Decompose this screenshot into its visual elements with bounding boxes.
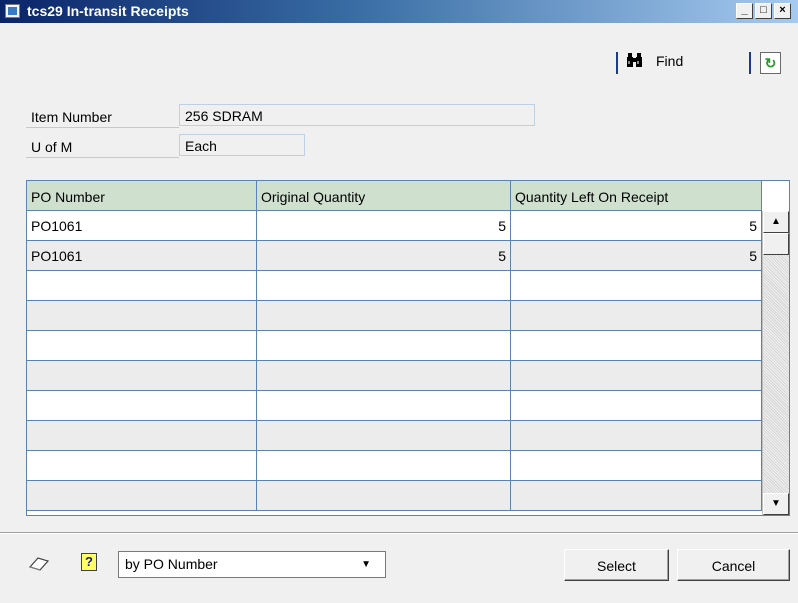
- cell-quantity-left[interactable]: [511, 301, 762, 331]
- cell-po-number[interactable]: [27, 451, 257, 481]
- receipts-grid[interactable]: PO Number Original Quantity Quantity Lef…: [26, 180, 790, 516]
- table-row[interactable]: [27, 421, 762, 451]
- cell-original-quantity[interactable]: [257, 391, 511, 421]
- cell-original-quantity[interactable]: [257, 451, 511, 481]
- cell-po-number[interactable]: PO1061: [27, 211, 257, 241]
- cancel-button[interactable]: Cancel: [677, 549, 790, 581]
- table-row[interactable]: [27, 481, 762, 511]
- cell-quantity-left[interactable]: [511, 361, 762, 391]
- table-row[interactable]: PO1061 5 5: [27, 211, 762, 241]
- footer-divider: [0, 532, 798, 534]
- close-button[interactable]: ×: [774, 3, 791, 19]
- vertical-scrollbar[interactable]: ▲ ▼: [762, 211, 789, 515]
- cell-original-quantity[interactable]: [257, 331, 511, 361]
- sort-by-value: by PO Number: [125, 556, 218, 572]
- scroll-up-icon[interactable]: ▲: [763, 211, 789, 233]
- table-row[interactable]: [27, 391, 762, 421]
- window-icon: [5, 4, 20, 18]
- minimize-button[interactable]: _: [736, 3, 753, 19]
- cell-quantity-left[interactable]: [511, 391, 762, 421]
- cell-original-quantity[interactable]: 5: [257, 241, 511, 271]
- cell-quantity-left[interactable]: 5: [511, 241, 762, 271]
- in-transit-receipts-window: tcs29 In-transit Receipts _ □ × Find ↻ I…: [0, 0, 798, 603]
- cell-po-number[interactable]: [27, 421, 257, 451]
- column-header-quantity-left[interactable]: Quantity Left On Receipt: [511, 181, 762, 211]
- cell-quantity-left[interactable]: [511, 421, 762, 451]
- u-of-m-field: Each: [179, 134, 305, 156]
- cell-quantity-left[interactable]: [511, 451, 762, 481]
- item-number-field: 256 SDRAM: [179, 104, 535, 126]
- toolbar-separator: [616, 52, 618, 74]
- help-icon[interactable]: ?: [81, 553, 97, 571]
- cell-po-number[interactable]: [27, 391, 257, 421]
- maximize-button[interactable]: □: [755, 3, 772, 19]
- scroll-down-icon[interactable]: ▼: [763, 493, 789, 515]
- cell-original-quantity[interactable]: [257, 361, 511, 391]
- cell-quantity-left[interactable]: 5: [511, 211, 762, 241]
- select-button[interactable]: Select: [564, 549, 669, 581]
- cell-quantity-left[interactable]: [511, 271, 762, 301]
- cell-po-number[interactable]: [27, 301, 257, 331]
- cell-po-number[interactable]: [27, 271, 257, 301]
- cell-po-number[interactable]: [27, 331, 257, 361]
- table-row[interactable]: [27, 331, 762, 361]
- u-of-m-label: U of M: [26, 136, 179, 158]
- scroll-thumb[interactable]: [763, 233, 789, 255]
- binoculars-icon[interactable]: [625, 52, 645, 72]
- table-row[interactable]: [27, 271, 762, 301]
- column-header-po-number[interactable]: PO Number: [27, 181, 257, 211]
- refresh-icon[interactable]: ↻: [760, 52, 781, 74]
- cell-original-quantity[interactable]: [257, 301, 511, 331]
- sort-by-select[interactable]: by PO Number ▼: [118, 551, 386, 578]
- title-bar[interactable]: tcs29 In-transit Receipts _ □ ×: [0, 0, 798, 23]
- cell-original-quantity[interactable]: 5: [257, 211, 511, 241]
- toolbar-separator-2: [749, 52, 751, 74]
- table-row[interactable]: [27, 451, 762, 481]
- cell-original-quantity[interactable]: [257, 421, 511, 451]
- find-button[interactable]: Find: [656, 53, 683, 69]
- cell-quantity-left[interactable]: [511, 481, 762, 511]
- window-title: tcs29 In-transit Receipts: [27, 3, 189, 19]
- cell-po-number[interactable]: PO1061: [27, 241, 257, 271]
- cell-original-quantity[interactable]: [257, 271, 511, 301]
- table-row[interactable]: [27, 301, 762, 331]
- item-number-label: Item Number: [26, 106, 179, 128]
- table-row[interactable]: [27, 361, 762, 391]
- note-icon[interactable]: [28, 556, 50, 572]
- cell-po-number[interactable]: [27, 481, 257, 511]
- cell-quantity-left[interactable]: [511, 331, 762, 361]
- cell-original-quantity[interactable]: [257, 481, 511, 511]
- table-row[interactable]: PO1061 5 5: [27, 241, 762, 271]
- column-header-original-quantity[interactable]: Original Quantity: [257, 181, 511, 211]
- chevron-down-icon[interactable]: ▼: [361, 552, 371, 577]
- cell-po-number[interactable]: [27, 361, 257, 391]
